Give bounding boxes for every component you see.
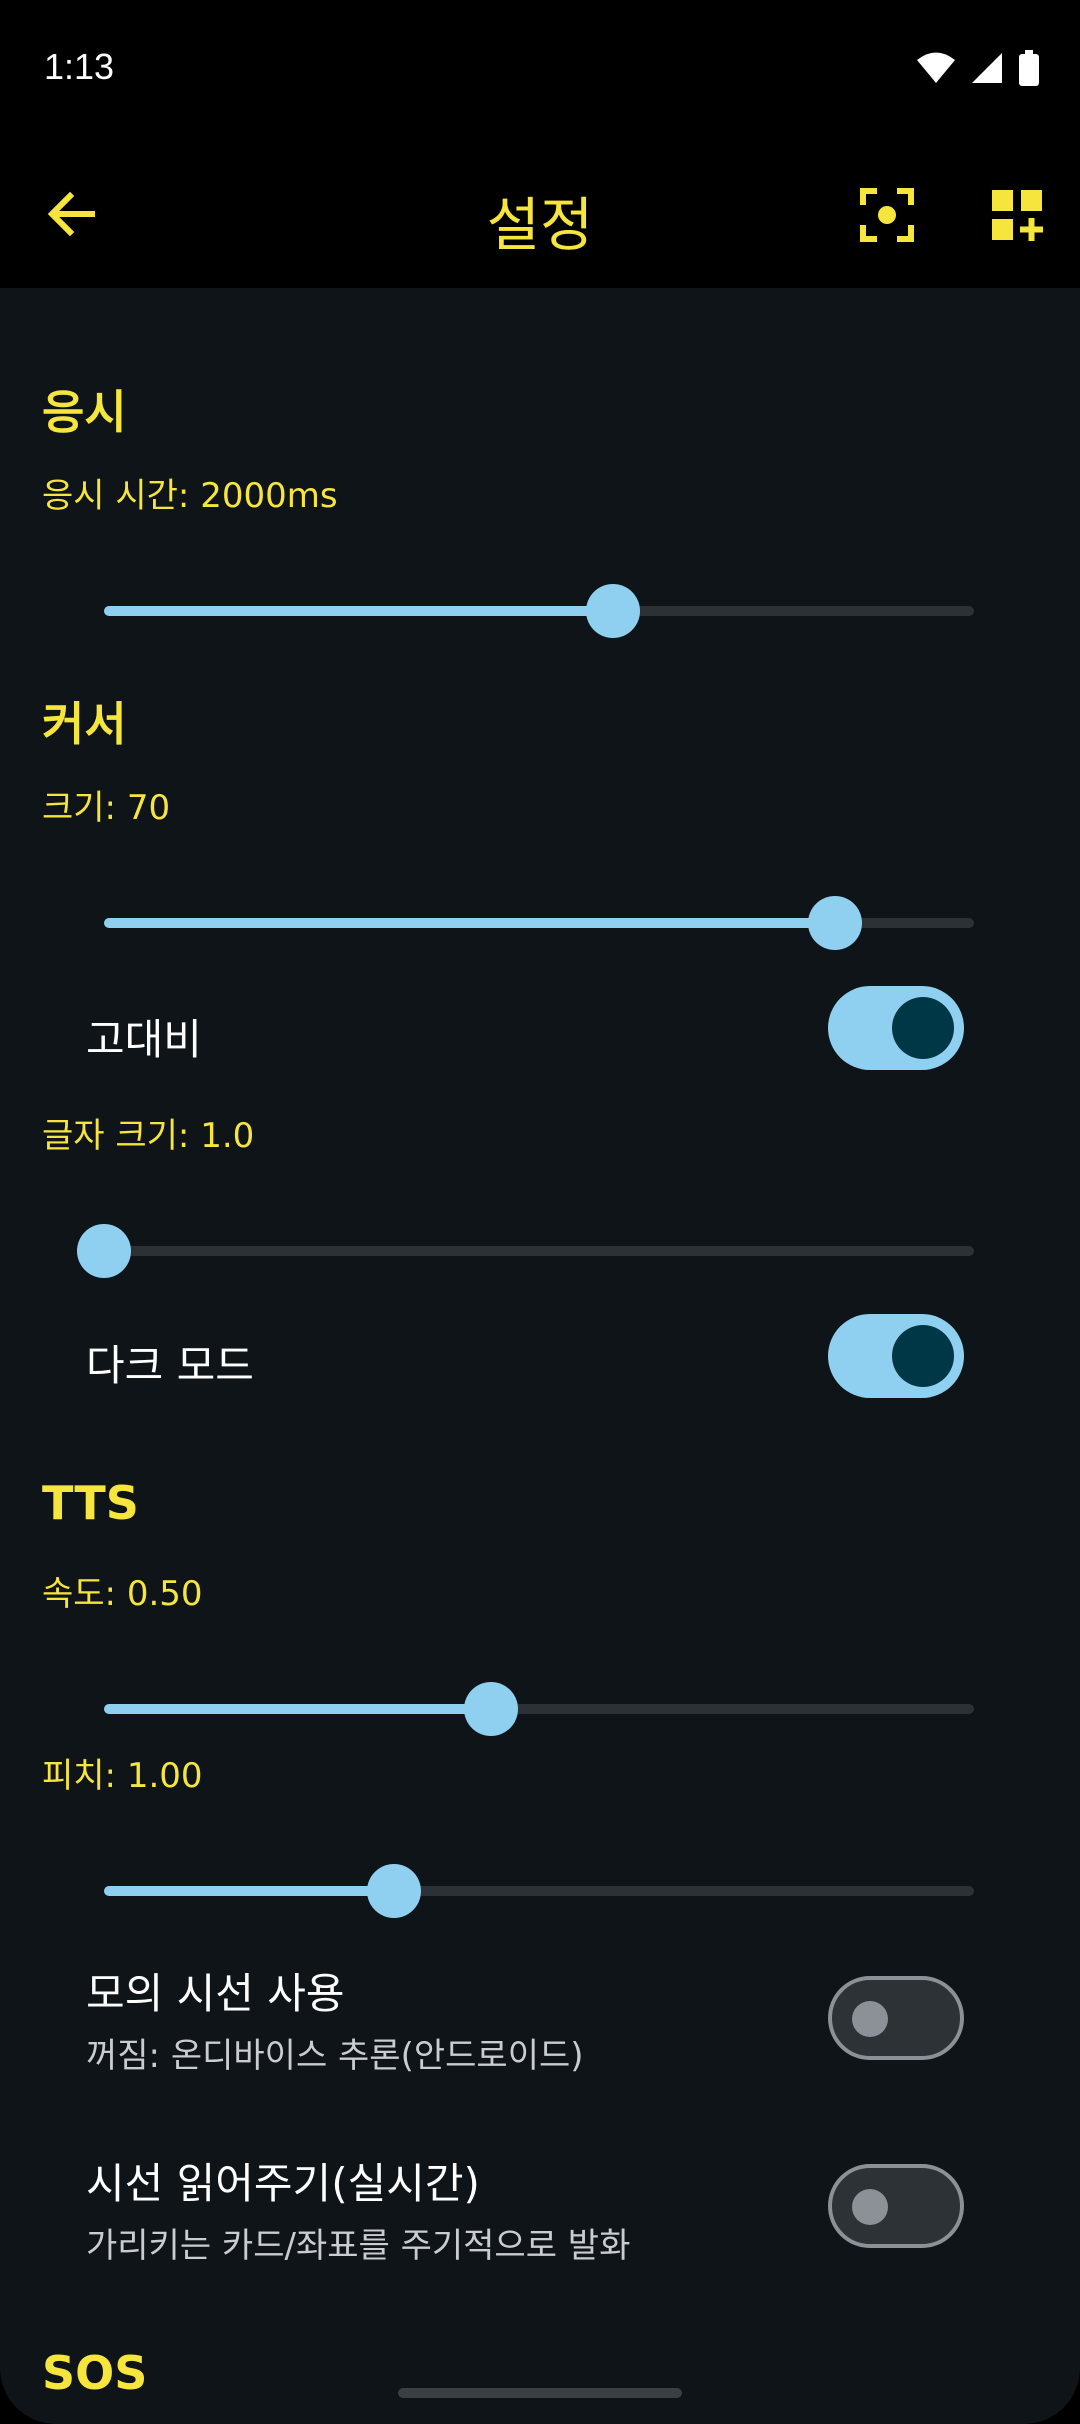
slider-thumb[interactable] xyxy=(585,584,640,638)
status-bar: 1:13 xyxy=(0,0,1080,140)
slider-fill xyxy=(104,606,613,616)
signal-icon xyxy=(972,53,1002,83)
add-widget-icon[interactable] xyxy=(990,188,1044,242)
switch-knob xyxy=(892,997,954,1059)
switch-knob xyxy=(852,2001,888,2037)
settings-screen: 1:13 설정 응시 응시 시간: 2000ms 커서 크기: 70 고대비 글… xyxy=(0,0,1080,2424)
tts-pitch-label: 피치: 1.00 xyxy=(42,1756,203,1796)
app-bar: 설정 xyxy=(0,140,1080,288)
mock-gaze-description: 꺼짐: 온디바이스 추론(안드로이드) xyxy=(86,2036,584,2076)
focus-center-icon[interactable] xyxy=(860,188,914,242)
switch-knob xyxy=(852,2189,888,2225)
dwell-time-label: 응시 시간: 2000ms xyxy=(42,476,338,516)
slider-fill xyxy=(104,1704,492,1714)
dwell-time-slider[interactable] xyxy=(104,580,974,640)
switch-knob xyxy=(892,1325,954,1387)
slider-thumb[interactable] xyxy=(366,1864,421,1918)
font-size-label: 글자 크기: 1.0 xyxy=(42,1116,255,1156)
tts-speed-slider[interactable] xyxy=(104,1678,974,1738)
high-contrast-switch[interactable] xyxy=(828,986,964,1070)
section-title-cursor: 커서 xyxy=(42,697,127,751)
high-contrast-label: 고대비 xyxy=(86,1015,202,1064)
mock-gaze-label: 모의 시선 사용 xyxy=(86,1969,345,2018)
slider-thumb[interactable] xyxy=(77,1224,131,1278)
read-gaze-switch[interactable] xyxy=(828,2164,964,2248)
section-title-gaze: 응시 xyxy=(42,385,127,439)
battery-icon xyxy=(1019,50,1039,86)
dark-mode-switch[interactable] xyxy=(828,1314,964,1398)
tts-pitch-slider[interactable] xyxy=(104,1860,974,1920)
dark-mode-label: 다크 모드 xyxy=(86,1341,254,1390)
cursor-size-slider[interactable] xyxy=(104,892,974,952)
wifi-icon xyxy=(917,52,955,83)
home-indicator[interactable] xyxy=(398,2388,682,2398)
section-title-sos: SOS xyxy=(42,2346,148,2400)
read-gaze-label: 시선 읽어주기(실시간) xyxy=(86,2159,480,2208)
mock-gaze-switch[interactable] xyxy=(828,1976,964,2060)
section-title-tts: TTS xyxy=(42,1476,139,1530)
page-title: 설정 xyxy=(486,191,594,259)
slider-track xyxy=(104,1246,974,1256)
status-time: 1:13 xyxy=(44,46,115,87)
status-icons xyxy=(916,50,1040,86)
slider-fill xyxy=(104,918,835,928)
slider-fill xyxy=(104,1886,394,1896)
slider-thumb[interactable] xyxy=(807,896,862,950)
cursor-size-label: 크기: 70 xyxy=(42,788,171,828)
read-gaze-description: 가리키는 카드/좌표를 주기적으로 발화 xyxy=(86,2226,631,2266)
font-size-slider[interactable] xyxy=(77,1220,974,1280)
tts-speed-label: 속도: 0.50 xyxy=(42,1574,203,1614)
slider-thumb[interactable] xyxy=(464,1682,519,1736)
